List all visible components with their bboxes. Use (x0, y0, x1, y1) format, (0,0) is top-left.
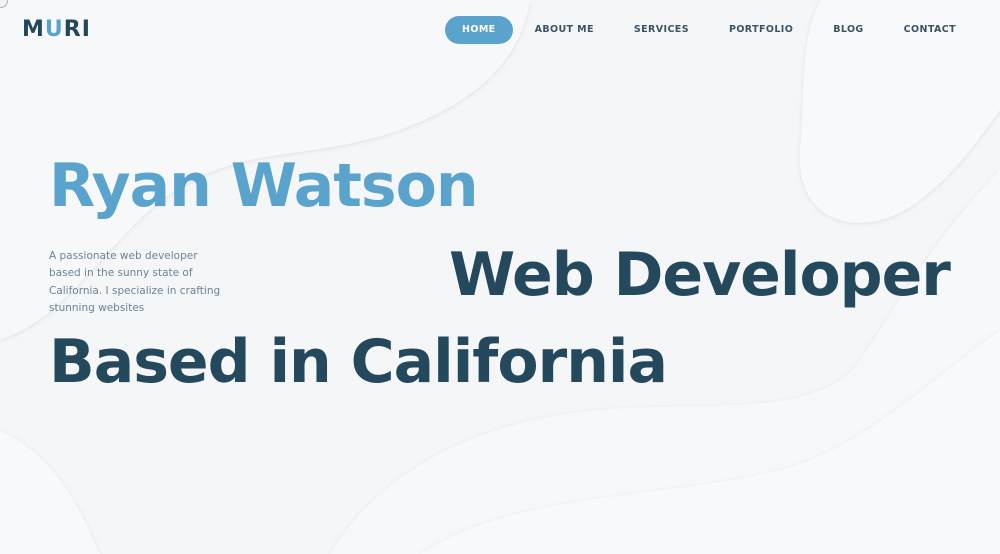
nav-item-portfolio[interactable]: PORTFOLIO (709, 16, 813, 44)
hero-role-heading: Web Developer (449, 240, 951, 310)
logo-suffix: RI (63, 17, 91, 42)
nav-item-about-me[interactable]: ABOUT ME (515, 16, 614, 44)
site-logo[interactable]: MURI (22, 16, 91, 44)
hero-description: A passionate web developer based in the … (49, 250, 221, 314)
page: MURI HOME ABOUT ME SERVICES PORTFOLIO BL… (0, 0, 1000, 554)
nav-item-contact[interactable]: CONTACT (884, 16, 976, 44)
hero-name-heading: Ryan Watson (49, 151, 479, 221)
logo-accent-letter: U (44, 17, 64, 42)
nav-item-services[interactable]: SERVICES (614, 16, 709, 44)
hero-location-heading: Based in California (49, 327, 668, 397)
logo-prefix: M (22, 17, 45, 42)
nav-item-home[interactable]: HOME (445, 16, 513, 44)
nav-item-blog[interactable]: BLOG (813, 16, 883, 44)
main-navigation: HOME ABOUT ME SERVICES PORTFOLIO BLOG CO… (445, 16, 976, 44)
